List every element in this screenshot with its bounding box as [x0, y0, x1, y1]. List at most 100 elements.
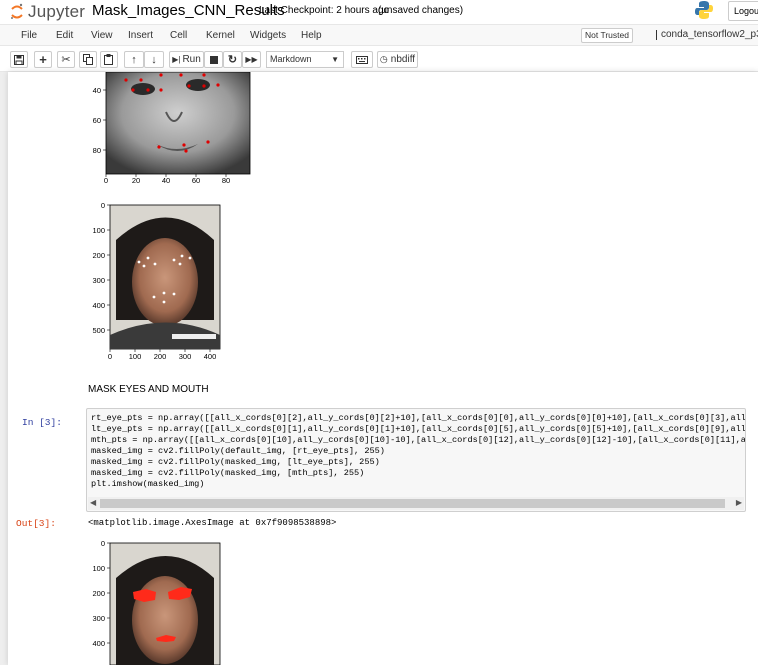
trust-button[interactable]: Not Trusted: [581, 28, 633, 43]
save-button[interactable]: [10, 51, 28, 68]
cut-button[interactable]: ✂: [57, 51, 75, 68]
y-tick-label: 300: [92, 276, 105, 285]
checkpoint-status: Last Checkpoint: 2 hours ago: [259, 5, 390, 16]
menu-edit[interactable]: Edit: [56, 30, 73, 41]
jupyter-logo-icon: [11, 3, 23, 19]
x-tick-label: 80: [222, 176, 230, 185]
x-tick-label: 20: [132, 176, 140, 185]
code-line: lt_eye_pts = np.array([[all_x_cords[0][1…: [91, 424, 746, 434]
fast-forward-icon: ▶▶: [245, 55, 258, 64]
code-cell[interactable]: rt_eye_pts = np.array([[all_x_cords[0][2…: [86, 408, 746, 512]
menubar: File Edit View Insert Cell Kernel Widget…: [0, 24, 758, 46]
code-line: masked_img = cv2.fillPoly(masked_img, [m…: [91, 468, 365, 478]
x-tick-label: 0: [104, 176, 108, 185]
y-tick-label: 300: [92, 614, 105, 623]
notebook-header: Jupyter Mask_Images_CNN_Results Last Che…: [0, 0, 758, 24]
run-icon: ▶|: [172, 55, 181, 64]
notebook-area: 0 20 40 60 80 40 60 80 0 100 200 300 400…: [0, 72, 758, 665]
menu-kernel[interactable]: Kernel: [206, 30, 235, 41]
chevron-down-icon: ▼: [331, 55, 339, 64]
menu-view[interactable]: View: [91, 30, 113, 41]
y-tick-label: 0: [101, 539, 105, 548]
y-tick-label: 60: [93, 116, 101, 125]
y-tick-label: 200: [92, 251, 105, 260]
menu-file[interactable]: File: [21, 30, 37, 41]
paste-icon: [104, 54, 113, 65]
save-icon: [14, 54, 24, 65]
code-line: rt_eye_pts = np.array([[all_x_cords[0][2…: [91, 413, 746, 423]
restart-run-all-button[interactable]: ▶▶: [242, 51, 261, 68]
logout-button[interactable]: Logout: [728, 1, 758, 21]
output-plot-grayscale-landmarks: 0 20 40 60 80 40 60 80: [86, 72, 256, 187]
menu-insert[interactable]: Insert: [128, 30, 153, 41]
restart-icon: ↻: [227, 54, 238, 66]
clock-icon: ◷: [379, 54, 388, 64]
arrow-up-icon: ↑: [131, 53, 137, 66]
restart-button[interactable]: ↻: [223, 51, 242, 68]
scroll-right-icon[interactable]: ▶: [736, 498, 742, 507]
interrupt-button[interactable]: [204, 51, 223, 68]
stop-icon: [209, 55, 218, 64]
x-tick-label: 400: [204, 352, 217, 361]
output-prompt: Out[3]:: [16, 518, 56, 529]
jupyter-logo[interactable]: Jupyter: [10, 2, 85, 22]
command-palette-button[interactable]: [351, 51, 373, 68]
output-text: <matplotlib.image.AxesImage at 0x7f90985…: [88, 518, 337, 528]
x-tick-label: 300: [179, 352, 192, 361]
code-line: masked_img = cv2.fillPoly(default_img, […: [91, 446, 385, 456]
y-tick-label: 400: [92, 639, 105, 648]
y-tick-label: 100: [92, 564, 105, 573]
autosave-status: (unsaved changes): [378, 5, 464, 16]
jupyter-logo-text: Jupyter: [28, 2, 86, 21]
y-tick-label: 40: [93, 86, 101, 95]
plot-color-svg: 0 100 200 300 400 500 0 100 200 300 400: [92, 201, 221, 361]
menu-widgets[interactable]: Widgets: [250, 30, 286, 41]
kernel-name[interactable]: conda_tensorflow2_p36: [656, 30, 758, 40]
scroll-left-icon[interactable]: ◀: [90, 498, 96, 507]
notebook-name[interactable]: Mask_Images_CNN_Results: [92, 2, 285, 19]
y-tick-label: 500: [92, 326, 105, 335]
y-tick-label: 100: [92, 226, 105, 235]
notebook-page: 0 20 40 60 80 40 60 80 0 100 200 300 400…: [8, 72, 758, 665]
y-tick-label: 200: [92, 589, 105, 598]
scissors-icon: ✂: [61, 54, 71, 66]
x-tick-label: 0: [108, 352, 112, 361]
x-tick-label: 100: [129, 352, 142, 361]
menu-help[interactable]: Help: [301, 30, 322, 41]
move-up-button[interactable]: ↑: [124, 51, 144, 68]
input-prompt: In [3]:: [22, 417, 62, 428]
copy-button[interactable]: [79, 51, 97, 68]
code-line: plt.imshow(masked_img): [91, 479, 205, 489]
cell-type-select[interactable]: Markdown ▼: [266, 51, 344, 68]
horizontal-scrollbar[interactable]: ◀ ▶: [88, 497, 744, 510]
arrow-down-icon: ↓: [151, 53, 157, 66]
paste-button[interactable]: [100, 51, 118, 68]
move-down-button[interactable]: ↓: [144, 51, 164, 68]
run-label: Run: [182, 54, 201, 65]
output-plot-color-landmarks: 0 100 200 300 400 500 0 100 200 300 400: [86, 200, 236, 365]
cell-type-value: Markdown: [270, 54, 312, 64]
x-tick-label: 60: [192, 176, 200, 185]
run-button[interactable]: ▶| Run: [169, 51, 204, 68]
code-line: masked_img = cv2.fillPoly(masked_img, [l…: [91, 457, 380, 467]
x-tick-label: 40: [162, 176, 170, 185]
y-tick-label: 0: [101, 201, 105, 210]
markdown-cell-text[interactable]: MASK EYES AND MOUTH: [88, 384, 209, 395]
nbdiff-button[interactable]: ◷ nbdiff: [377, 51, 418, 68]
menu-cell[interactable]: Cell: [170, 30, 187, 41]
keyboard-icon: [356, 55, 368, 64]
y-tick-label: 400: [92, 301, 105, 310]
grayscale-face-image: [105, 72, 251, 175]
x-tick-label: 200: [154, 352, 167, 361]
toolbar: + ✂ ↑ ↓ ▶| Run ↻ ▶▶ Markdown ▼ ◷ nbdiff: [0, 46, 758, 72]
nbdiff-label: nbdiff: [390, 54, 416, 65]
y-tick-label: 80: [93, 146, 101, 155]
scrollbar-thumb[interactable]: [100, 499, 725, 508]
plus-icon: +: [39, 52, 47, 67]
python-kernel-icon: [695, 1, 713, 19]
code-line: mth_pts = np.array([[all_x_cords[0][10],…: [91, 435, 746, 445]
copy-icon: [83, 54, 93, 65]
output-plot-masked: 0 100 200 300 400: [86, 534, 236, 665]
insert-cell-button[interactable]: +: [34, 51, 52, 68]
plot-masked-svg: 0 100 200 300 400: [92, 539, 221, 665]
